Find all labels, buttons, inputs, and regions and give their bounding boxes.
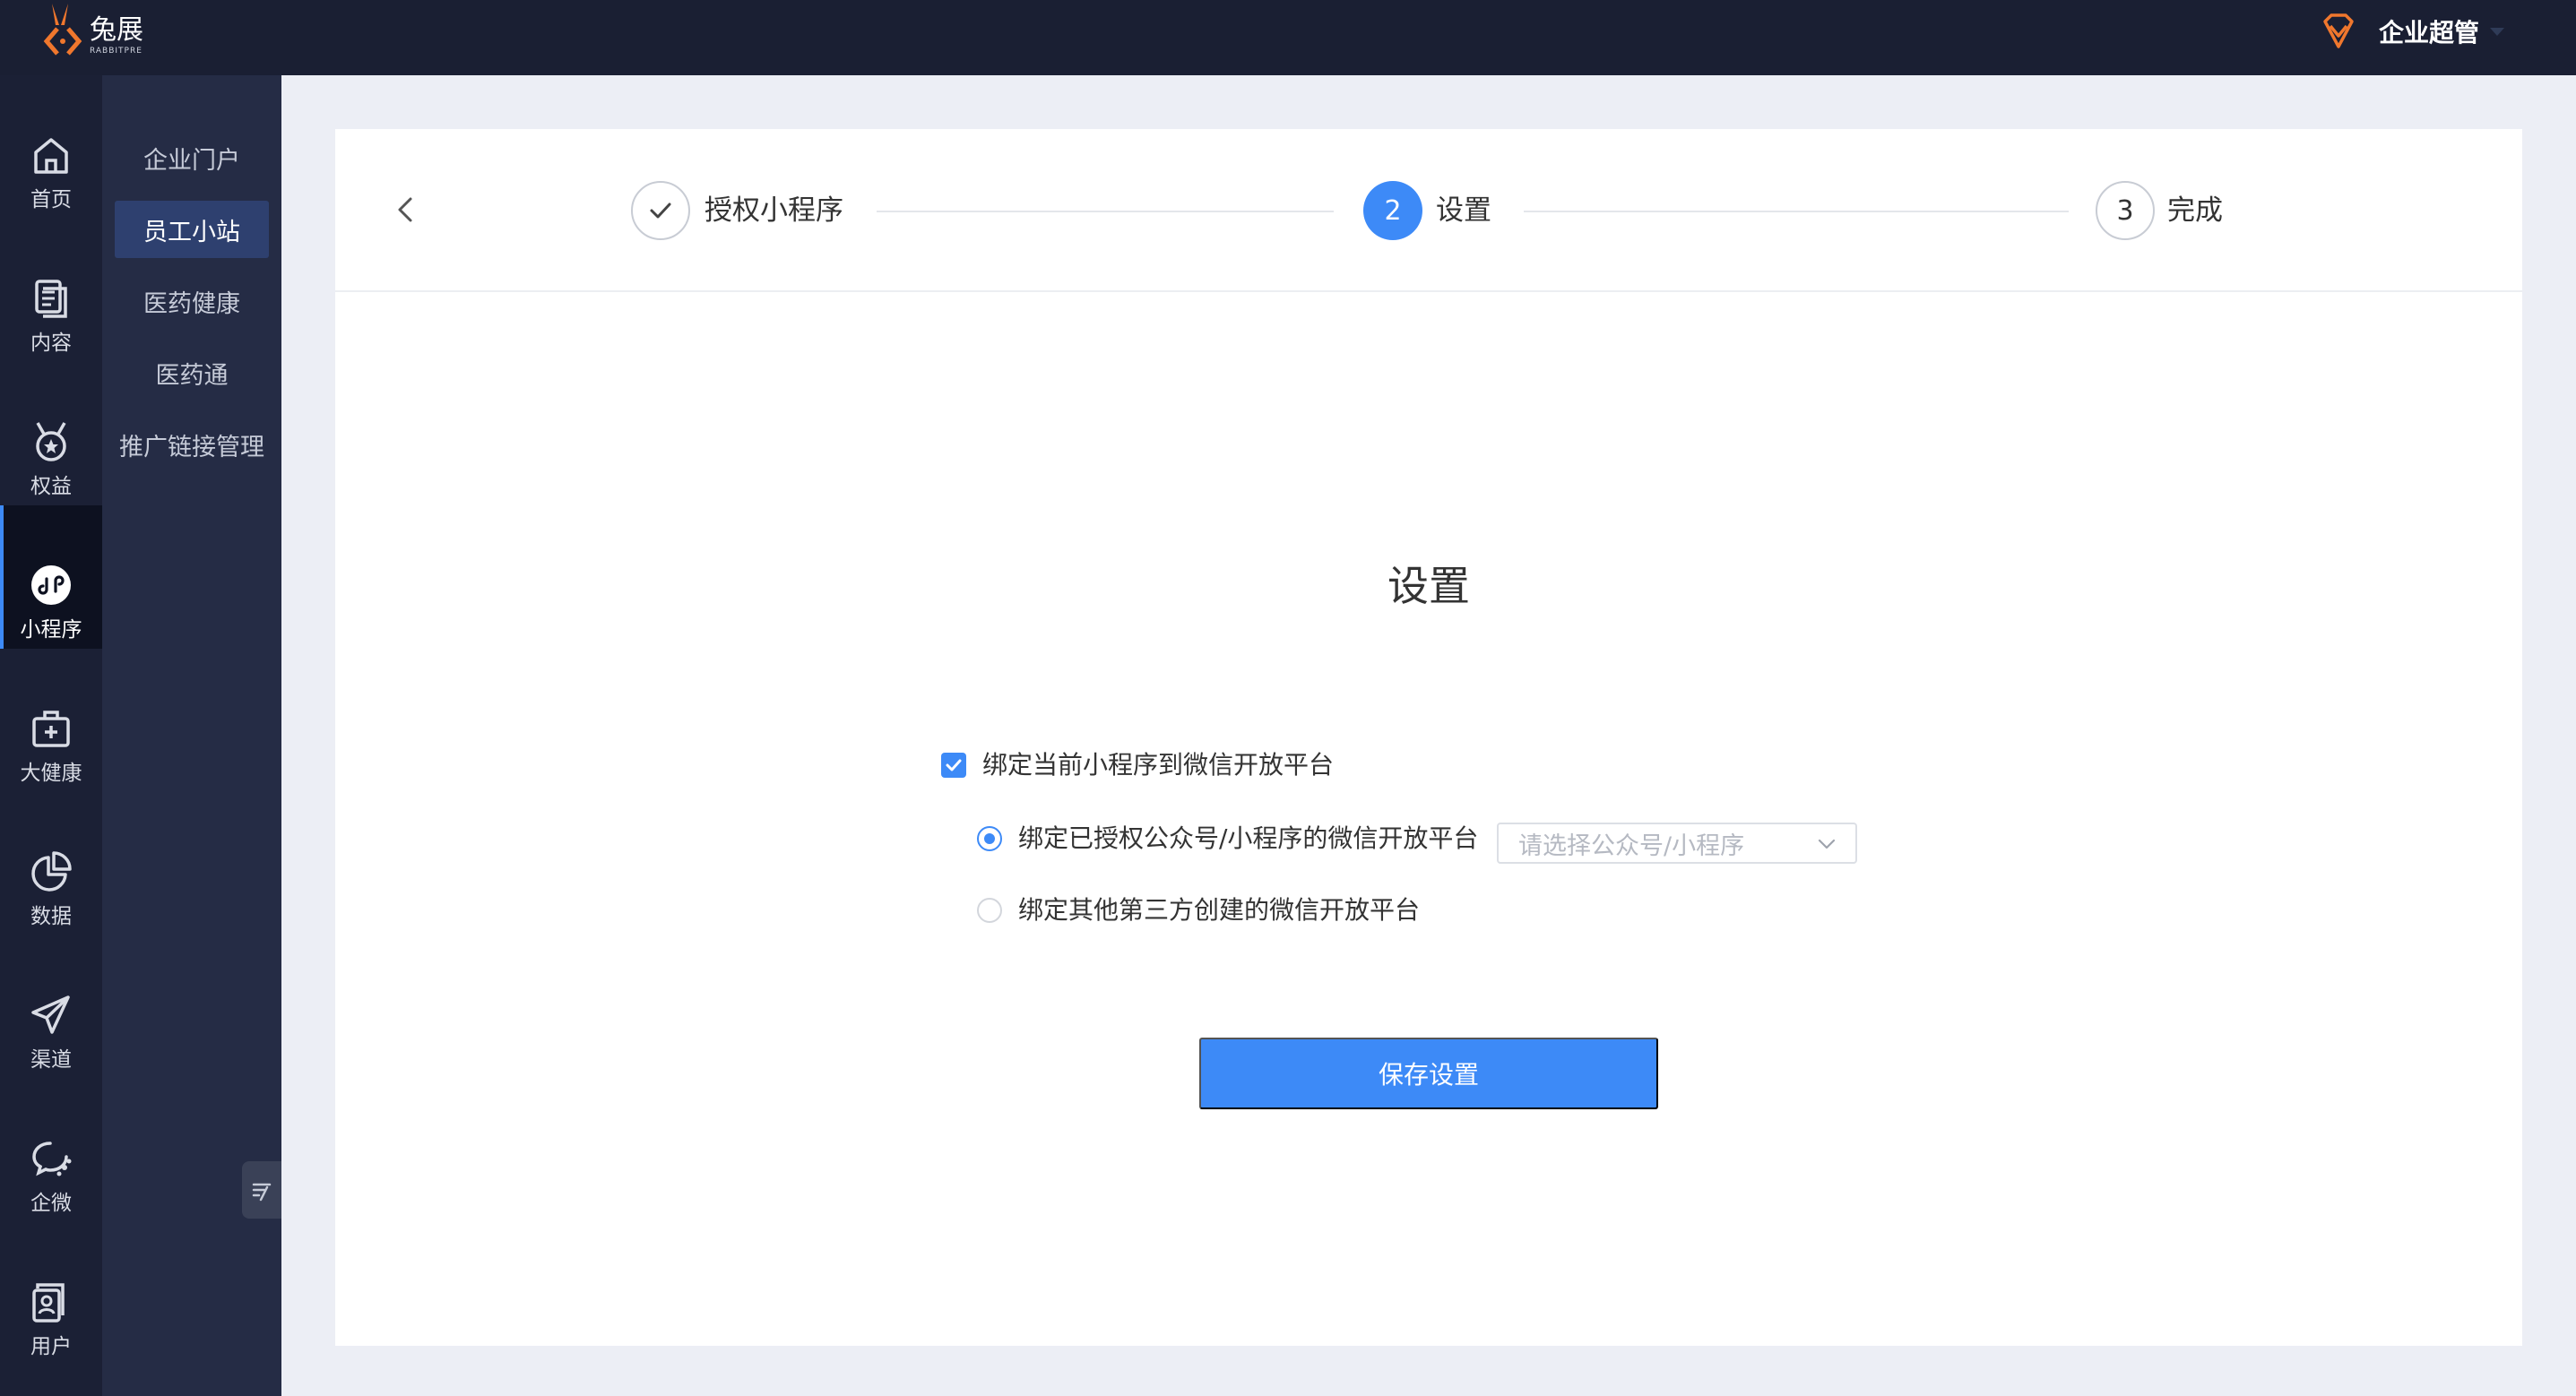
step-2-indicator: 2 [1363,181,1422,240]
step-connector [1524,211,2069,212]
radio-third-party-label[interactable]: 绑定其他第三方创建的微信开放平台 [1018,892,1420,928]
medical-kit-icon [27,704,75,753]
back-button[interactable] [387,192,423,228]
brand-logo[interactable]: 兔展 RABBITPRE [38,2,143,63]
submenu-item-medical-health[interactable]: 医药健康 [102,272,281,330]
rail-item-home[interactable]: 首页 [0,75,102,219]
user-menu[interactable]: 企业超管 [2318,7,2504,56]
mini-program-icon [27,561,75,609]
submenu-item-enterprise-portal[interactable]: 企业门户 [102,129,281,186]
pie-chart-icon [27,848,75,896]
rail-item-label: 小程序 [20,618,82,642]
brand-name: 兔展 [90,14,143,46]
icon-rail: 首页 内容 权益 小程序 大健康 数据 渠道 企微 用户 [0,75,102,1396]
step-3-label: 完成 [2167,194,2223,227]
chevron-left-icon [398,197,412,222]
account-select-placeholder: 请选择公众号/小程序 [1518,832,1745,860]
send-icon [27,991,75,1039]
account-select[interactable]: 请选择公众号/小程序 [1497,823,1857,864]
rail-item-label: 内容 [30,332,72,355]
step-1-indicator [631,181,690,240]
rail-item-channel[interactable]: 渠道 [0,935,102,1079]
rail-item-users[interactable]: 用户 [0,1222,102,1366]
step-1-label: 授权小程序 [705,194,843,227]
diamond-icon [2323,13,2354,48]
rail-item-label: 企微 [30,1192,72,1215]
chevron-down-icon [2490,27,2504,36]
checkmark-icon [650,203,671,219]
rail-item-label: 用户 [30,1335,72,1358]
bind-platform-label[interactable]: 绑定当前小程序到微信开放平台 [982,747,1334,783]
main-card: 授权小程序 2 设置 3 完成 设置 绑定当前小程序到微信开放平台 绑定已授权公… [335,129,2522,1346]
medal-icon [27,418,75,466]
top-bar: 兔展 RABBITPRE 企业超管 [0,0,2576,75]
submenu-item-medical-pass[interactable]: 医药通 [102,344,281,401]
rabbit-logo-icon [43,4,82,56]
rail-item-label: 权益 [30,475,72,498]
step-3-indicator: 3 [2096,181,2155,240]
radio-authorized-platform[interactable] [977,826,1002,851]
rail-item-mini-program[interactable]: 小程序 [0,505,102,649]
document-icon [27,274,75,323]
submenu-item-promo-links[interactable]: 推广链接管理 [102,416,281,473]
checkmark-icon [946,759,962,771]
radio-third-party-platform[interactable] [977,898,1002,923]
user-card-icon [27,1278,75,1326]
step-2-label: 设置 [1436,194,1491,227]
rail-item-label: 首页 [30,188,72,211]
page-title: 设置 [1387,562,1470,610]
rail-item-wecom[interactable]: 企微 [0,1079,102,1222]
secondary-menu: 企业门户 员工小站 医药健康 医药通 推广链接管理 [102,75,281,1396]
steps-bar: 授权小程序 2 设置 3 完成 [335,129,2522,292]
rail-item-label: 渠道 [30,1048,72,1072]
rail-item-label: 数据 [30,905,72,928]
home-icon [27,131,75,179]
user-name: 企业超管 [2378,18,2479,47]
rail-item-health[interactable]: 大健康 [0,649,102,792]
bind-platform-checkbox[interactable] [941,753,966,778]
rail-item-label: 大健康 [20,762,82,785]
submenu-item-employee-site[interactable]: 员工小站 [115,201,269,258]
step-connector [877,211,1334,212]
collapse-sidebar-button[interactable] [242,1161,281,1219]
rail-item-content[interactable]: 内容 [0,219,102,362]
rail-item-benefits[interactable]: 权益 [0,362,102,505]
collapse-icon [252,1183,272,1202]
brand-name-en: RABBITPRE [90,47,143,56]
radio-authorized-label[interactable]: 绑定已授权公众号/小程序的微信开放平台 [1018,821,1478,857]
chevron-down-icon [1818,839,1836,849]
save-settings-button[interactable]: 保存设置 [1199,1038,1658,1109]
chat-icon [27,1134,75,1183]
rail-item-data[interactable]: 数据 [0,792,102,935]
